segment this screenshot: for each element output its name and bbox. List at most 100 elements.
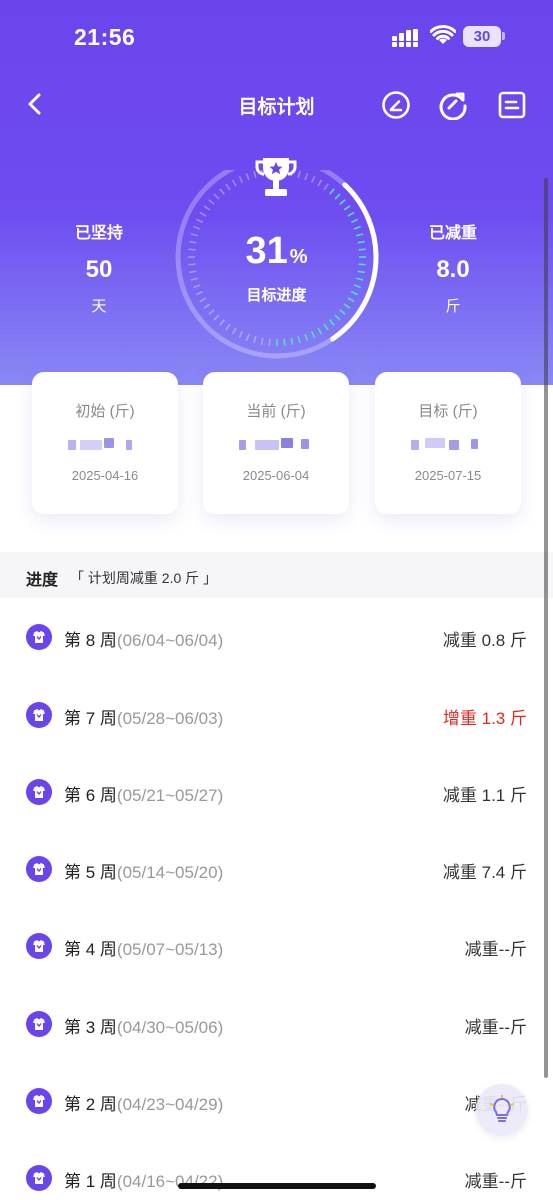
- week-weight-change: 减重 7.4 斤: [442, 863, 527, 882]
- ring-tick: [199, 211, 207, 217]
- edit-icon[interactable]: [381, 90, 411, 120]
- days-persisted-value: 50: [85, 256, 113, 283]
- week-row[interactable]: 第 2 周(04/23~04/29)减重--斤: [0, 1078, 553, 1122]
- goal-percent-sign: %: [289, 246, 308, 268]
- week-date-range: (05/14~05/20): [116, 863, 224, 882]
- current-weight-date: 2025-06-04: [242, 468, 310, 483]
- ring-tick: [304, 173, 309, 181]
- ring-tick: [203, 205, 211, 211]
- week-date-range: (04/23~04/29): [116, 1095, 224, 1114]
- ring-tick: [358, 248, 366, 251]
- lightbulb-icon: [490, 1095, 514, 1122]
- week-badge-icon: [26, 933, 52, 959]
- week-row[interactable]: 第 1 周(04/16~04/22) 减重--斤: [0, 1155, 553, 1199]
- ring-tick: [358, 263, 366, 266]
- week-date-range: (05/28~06/03): [116, 709, 224, 728]
- week-row[interactable]: 第 4 周(05/07~05/13) 减重--斤: [0, 923, 553, 967]
- week-label: 第 4 周(05/07~05/13): [64, 935, 223, 960]
- week-date-range: (05/21~05/27): [116, 786, 224, 805]
- scrollbar[interactable]: [544, 178, 548, 1078]
- week-number: 第 8 周: [64, 631, 117, 650]
- ring-tick: [213, 193, 220, 200]
- week-row[interactable]: 第 7 周(05/28~06/03) 增重 1.3 斤: [0, 692, 553, 736]
- ring-tick: [188, 248, 196, 251]
- ring-tick: [283, 338, 286, 346]
- status-time: 21:56: [74, 24, 136, 50]
- ring-tick: [334, 193, 341, 200]
- ring-tick: [297, 170, 301, 179]
- initial-weight-card[interactable]: 初始 (斤) 2025-04-16: [32, 372, 178, 514]
- target-weight-card[interactable]: 目标 (斤) 2025-07-15: [375, 372, 521, 514]
- status-bar: 21:56 30: [0, 0, 553, 76]
- target-weight-date: 2025-07-15: [414, 468, 482, 483]
- ring-tick: [219, 319, 225, 326]
- ring-tick: [231, 179, 237, 187]
- ring-tick: [245, 173, 250, 181]
- ring-tick: [339, 199, 346, 205]
- week-date-range: (05/07~05/13): [116, 940, 224, 959]
- ring-tick: [189, 270, 197, 274]
- week-number: 第 5 周: [64, 863, 117, 882]
- ring-tick: [353, 225, 361, 230]
- days-persisted-unit: 天: [91, 298, 107, 315]
- week-row[interactable]: 第 8 周(06/04~06/04) 减重 0.8 斤: [0, 614, 553, 658]
- ring-tick: [329, 319, 335, 326]
- week-row[interactable]: 第 5 周(05/14~05/20) 减重 7.4 斤: [0, 846, 553, 890]
- week-number: 第 7 周: [64, 709, 117, 728]
- ring-tick: [297, 335, 301, 344]
- home-indicator[interactable]: [178, 1183, 376, 1189]
- week-weight-change: 减重 0.8 斤: [442, 631, 527, 650]
- days-persisted-label: 已坚持: [74, 225, 123, 242]
- hint-button[interactable]: [476, 1084, 528, 1136]
- week-weight-change: 增重 1.3 斤: [442, 709, 527, 728]
- refresh-icon[interactable]: [438, 90, 468, 120]
- ring-tick: [225, 183, 231, 191]
- progress-title: 进度: [26, 572, 59, 589]
- week-weight-change: 减重--斤: [464, 940, 527, 959]
- ring-tick: [213, 314, 220, 321]
- initial-weight-date: 2025-04-16: [71, 468, 139, 483]
- goal-progress-label: 目标进度: [246, 287, 307, 304]
- ring-tick: [317, 327, 323, 335]
- ring-tick: [339, 309, 346, 315]
- ring-tick: [190, 233, 199, 237]
- days-persisted-stat: 已坚持 50 天: [39, 219, 159, 316]
- cellular-signal-icon: [392, 29, 420, 47]
- goal-percent-value: 31: [245, 230, 288, 272]
- page-title: 目标计划: [238, 97, 315, 118]
- initial-weight-value-redacted: [68, 436, 148, 454]
- ring-tick: [334, 314, 341, 321]
- current-weight-card[interactable]: 当前 (斤) 2025-06-04: [203, 372, 349, 514]
- ring-tick: [323, 183, 329, 191]
- week-number: 第 2 周: [64, 1095, 117, 1114]
- ring-tick: [225, 323, 231, 331]
- week-row[interactable]: 第 3 周(04/30~05/06) 减重--斤: [0, 1001, 553, 1045]
- ring-tick: [304, 333, 309, 341]
- ring-tick: [208, 199, 215, 205]
- ring-tick: [190, 277, 199, 281]
- ring-tick: [343, 205, 351, 211]
- current-weight-value-redacted: [239, 436, 319, 454]
- ring-tick: [231, 327, 237, 335]
- week-badge-icon: [26, 856, 52, 882]
- week-number: 第 4 周: [64, 940, 117, 959]
- list-icon[interactable]: [497, 90, 527, 120]
- week-badge-icon: [26, 779, 52, 805]
- week-label: 第 3 周(04/30~05/06): [64, 1013, 223, 1038]
- week-number: 第 6 周: [64, 786, 117, 805]
- week-row[interactable]: 第 6 周(05/21~05/27) 减重 1.1 斤: [0, 769, 553, 813]
- ring-tick: [268, 338, 271, 346]
- week-label: 第 7 周(05/28~06/03): [64, 704, 223, 729]
- ring-tick: [290, 337, 294, 345]
- initial-weight-label: 初始 (斤): [75, 403, 135, 420]
- ring-tick: [219, 188, 225, 195]
- weight-lost-value: 8.0: [436, 256, 470, 283]
- trophy-icon: [255, 158, 297, 196]
- ring-tick: [193, 284, 201, 289]
- ring-tick: [310, 330, 316, 338]
- week-label: 第 6 周(05/21~05/27): [64, 781, 223, 806]
- weight-lost-label: 已减重: [428, 225, 477, 242]
- ring-tick: [260, 337, 264, 345]
- ring-tick: [188, 263, 196, 266]
- ring-tick: [189, 240, 197, 244]
